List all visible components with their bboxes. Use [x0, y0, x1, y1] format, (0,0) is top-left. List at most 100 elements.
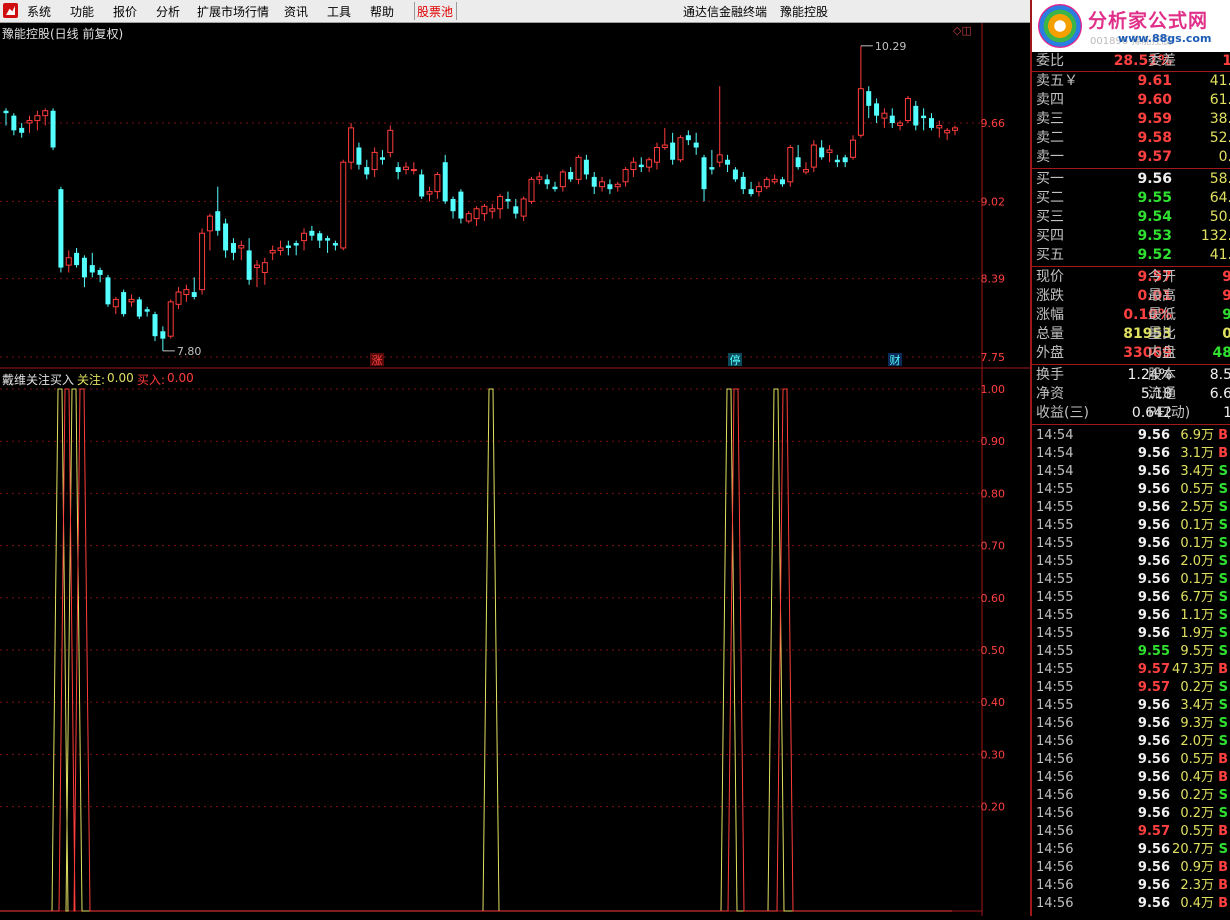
tick-row[interactable]: 14:56 9.56 0.2万 S — [1032, 787, 1230, 805]
tick-row[interactable]: 14:56 9.56 20.7万 S — [1032, 841, 1230, 859]
buy-label: 买五 — [1036, 247, 1064, 263]
tick-row[interactable]: 14:56 9.56 0.5万 B — [1032, 751, 1230, 769]
tick-price: 9.55 — [1137, 644, 1170, 659]
menu-tools[interactable]: 工具 — [327, 3, 351, 20]
tick-row[interactable]: 14:56 9.56 0.4万 B — [1032, 895, 1230, 913]
candle-body — [19, 127, 25, 133]
stat-label2: 内盘 — [1148, 345, 1176, 361]
buy-label: 买一 — [1036, 171, 1064, 187]
candle-body — [34, 115, 41, 122]
tick-row[interactable]: 14:56 9.56 9.3万 S — [1032, 715, 1230, 733]
menu-analysis[interactable]: 分析 — [156, 3, 180, 20]
candle-body — [874, 103, 880, 116]
stat-label2: 最低 — [1148, 307, 1176, 323]
tick-row[interactable]: 14:55 9.56 2.5万 S — [1032, 499, 1230, 517]
tick-price: 9.56 — [1137, 446, 1170, 461]
tick-row[interactable]: 14:55 9.56 0.1万 S — [1032, 535, 1230, 553]
tick-row[interactable]: 14:55 9.57 0.2万 S — [1032, 679, 1230, 697]
candle-body — [426, 191, 433, 195]
tick-price: 9.56 — [1137, 500, 1170, 515]
menu-quote[interactable]: 报价 — [113, 3, 137, 20]
candle-body — [458, 191, 464, 219]
tick-volume: 3.4万 — [1180, 698, 1214, 713]
stat-label: 外盘 — [1036, 345, 1064, 361]
tick-price: 9.57 — [1137, 824, 1170, 839]
candle-body — [410, 169, 417, 172]
candle-body — [42, 110, 49, 117]
chart-canvas[interactable]: 9.66 9.02 8.39 7.75 1.00 0.90 0.80 0.70 0.60 0.50… — [0, 23, 1030, 916]
menu-system[interactable]: 系统 — [27, 3, 51, 20]
sell-volume: 41. — [1209, 73, 1230, 89]
candle-body — [795, 157, 801, 168]
tick-row[interactable]: 14:55 9.56 3.4万 S — [1032, 697, 1230, 715]
sell-row: 卖四 9.60 61. — [1032, 91, 1230, 110]
menu-news[interactable]: 资讯 — [284, 3, 308, 20]
tick-row[interactable]: 14:56 9.56 2.3万 B — [1032, 877, 1230, 895]
menu-function[interactable]: 功能 — [70, 3, 94, 20]
tick-row[interactable]: 14:55 9.56 0.1万 S — [1032, 571, 1230, 589]
buy-label: 买二 — [1036, 190, 1064, 206]
candle-body — [685, 135, 691, 141]
chart-area[interactable]: 9.66 9.02 8.39 7.75 1.00 0.90 0.80 0.70 0.60 0.50… — [0, 23, 1030, 916]
tick-volume: 0.1万 — [1180, 518, 1214, 533]
stat-label: 总量 — [1036, 326, 1064, 342]
sell-volume: 52. — [1209, 130, 1230, 146]
tick-row[interactable]: 14:54 9.56 3.4万 S — [1032, 463, 1230, 481]
candle-body — [58, 189, 64, 268]
candle-body — [183, 289, 190, 296]
candle-body — [725, 159, 731, 165]
menu-stock-pool[interactable]: 股票池 — [417, 3, 453, 20]
weicha-label: 委差 — [1148, 53, 1176, 69]
tick-time: 14:56 — [1036, 878, 1074, 893]
candle-body — [544, 179, 550, 185]
tick-direction: S — [1218, 572, 1228, 587]
candle-body — [387, 129, 394, 153]
candle-body — [293, 243, 299, 246]
sell-volume: 61. — [1209, 92, 1230, 108]
buy-label: 买四 — [1036, 228, 1064, 244]
tick-direction: B — [1218, 662, 1228, 677]
candle-body — [763, 178, 770, 188]
tick-row[interactable]: 14:56 9.56 0.2万 S — [1032, 805, 1230, 823]
tick-row[interactable]: 14:56 9.56 0.9万 B — [1032, 859, 1230, 877]
candle-body — [215, 211, 221, 231]
tick-volume: 0.2万 — [1180, 680, 1214, 695]
candle-body — [112, 298, 119, 308]
candle-body — [465, 213, 472, 222]
menu-extended-market[interactable]: 扩展市场行情 — [197, 3, 269, 20]
tick-row[interactable]: 14:55 9.57 47.3万 B — [1032, 661, 1230, 679]
menu-help[interactable]: 帮助 — [370, 3, 394, 20]
stock-name-title: 豫能控股 — [780, 5, 829, 19]
tick-price: 9.56 — [1137, 518, 1170, 533]
chart-title: 豫能控股(日线 前复权) — [2, 27, 124, 41]
indicator-tick-label: 0.60 — [981, 592, 1006, 605]
tick-row[interactable]: 14:56 9.57 0.5万 B — [1032, 823, 1230, 841]
buy-row: 买二 9.55 64. — [1032, 189, 1230, 208]
tick-volume: 0.5万 — [1180, 482, 1214, 497]
tick-row[interactable]: 14:55 9.55 9.5万 S — [1032, 643, 1230, 661]
tick-row[interactable]: 14:55 9.56 0.1万 S — [1032, 517, 1230, 535]
buy-price: 9.55 — [1137, 190, 1172, 206]
tick-row[interactable]: 14:56 9.56 2.0万 S — [1032, 733, 1230, 751]
divider — [1032, 266, 1230, 267]
chart-options-icon[interactable]: ◇◫ — [953, 24, 972, 37]
candle-body — [246, 250, 252, 280]
flower-logo-icon — [1038, 4, 1082, 48]
tick-row[interactable]: 14:55 9.56 1.9万 S — [1032, 625, 1230, 643]
candle-body — [81, 257, 87, 278]
candle-body — [356, 147, 362, 165]
tick-row[interactable]: 14:54 9.56 6.9万 B — [1032, 427, 1230, 445]
tick-row[interactable]: 14:55 9.56 1.1万 S — [1032, 607, 1230, 625]
tick-row[interactable]: 14:55 9.56 2.0万 S — [1032, 553, 1230, 571]
tick-row[interactable]: 14:54 9.56 3.1万 B — [1032, 445, 1230, 463]
candle-body — [481, 205, 488, 215]
app-logo-icon[interactable] — [3, 3, 18, 18]
menu-separator — [456, 2, 457, 20]
buy-row: 买三 9.54 50. — [1032, 208, 1230, 227]
candle-body — [842, 157, 848, 163]
candle-body — [857, 88, 864, 136]
candle-body — [285, 245, 291, 248]
tick-row[interactable]: 14:55 9.56 6.7万 S — [1032, 589, 1230, 607]
tick-row[interactable]: 14:55 9.56 0.5万 S — [1032, 481, 1230, 499]
tick-row[interactable]: 14:56 9.56 0.4万 B — [1032, 769, 1230, 787]
